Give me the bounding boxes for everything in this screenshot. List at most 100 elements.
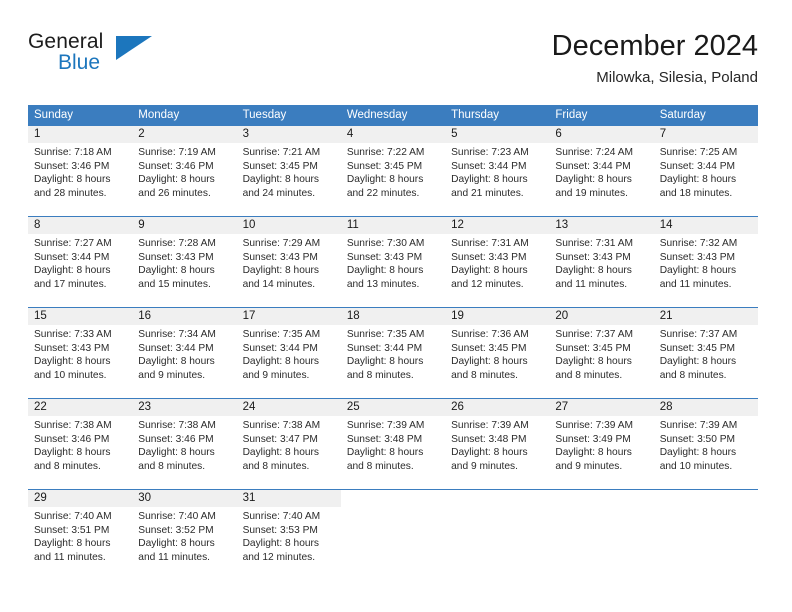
daylight-text-line2: and 18 minutes.: [659, 187, 733, 199]
sunset-text: Sunset: 3:48 PM: [451, 433, 527, 445]
location-subtitle: Milowka, Silesia, Poland: [596, 69, 758, 86]
sunset-text: Sunset: 3:44 PM: [138, 342, 214, 354]
sunset-text: Sunset: 3:52 PM: [138, 524, 214, 536]
day-cell[interactable]: 17 Sunrise: 7:35 AM Sunset: 3:44 PM Dayligh…: [236, 308, 341, 391]
week-row: 15 Sunrise: 7:33 AM Sunset: 3:43 PM Dayligh…: [28, 307, 758, 391]
page-header: General Blue December 2024 Milowka, Sile…: [28, 28, 758, 92]
sunrise-text: Sunrise: 7:39 AM: [659, 420, 738, 431]
sunset-text: Sunset: 3:43 PM: [242, 251, 318, 263]
day-cell[interactable]: 11 Sunrise: 7:30 AM Sunset: 3:43 PM Dayligh…: [340, 217, 446, 300]
sunrise-text: Sunrise: 7:40 AM: [242, 511, 321, 522]
day-number: 3: [236, 126, 341, 143]
day-cell[interactable]: 3 Sunrise: 7:21 AM Sunset: 3:45 PM Daylight…: [236, 126, 341, 209]
day-cell[interactable]: 26 Sunrise: 7:39 AM Sunset: 3:48 PM Dayligh…: [445, 399, 550, 482]
day-number: 28: [653, 399, 758, 416]
daylight-text-line1: Daylight: 8 hours: [242, 265, 320, 277]
day-info: Sunrise: 7:22 AM Sunset: 3:45 PM Daylight:…: [341, 143, 445, 200]
day-cell[interactable]: 14 Sunrise: 7:32 AM Sunset: 3:43 PM Dayligh…: [653, 217, 758, 300]
day-cell[interactable]: 1 Sunrise: 7:18 AM Sunset: 3:46 PM Daylight…: [28, 126, 133, 209]
daylight-text-line1: Daylight: 8 hours: [659, 356, 737, 368]
day-cell[interactable]: 9 Sunrise: 7:28 AM Sunset: 3:43 PM Daylight…: [132, 217, 237, 300]
day-info: Sunrise: 7:21 AM Sunset: 3:45 PM Daylight:…: [237, 143, 341, 200]
daylight-text-line2: and 14 minutes.: [242, 278, 316, 290]
daylight-text-line1: Daylight: 8 hours: [34, 538, 111, 550]
day-cell[interactable]: 23 Sunrise: 7:38 AM Sunset: 3:46 PM Dayligh…: [132, 399, 237, 482]
day-number: 18: [340, 308, 446, 325]
day-info: Sunrise: 7:38 AM Sunset: 3:46 PM Daylight:…: [28, 416, 132, 473]
sunset-text: Sunset: 3:50 PM: [659, 433, 736, 445]
daylight-text-line1: Daylight: 8 hours: [34, 174, 111, 186]
day-cell-empty: [549, 490, 654, 573]
daylight-text-line2: and 11 minutes.: [659, 278, 732, 290]
sunrise-text: Sunrise: 7:19 AM: [138, 147, 216, 158]
sunset-text: Sunset: 3:44 PM: [346, 342, 423, 354]
day-cell[interactable]: 16 Sunrise: 7:34 AM Sunset: 3:44 PM Dayligh…: [132, 308, 237, 391]
day-cell[interactable]: 22 Sunrise: 7:38 AM Sunset: 3:46 PM Dayligh…: [28, 399, 133, 482]
day-number: 9: [132, 217, 237, 234]
day-number: [340, 490, 446, 507]
day-cell[interactable]: 8 Sunrise: 7:27 AM Sunset: 3:44 PM Daylight…: [28, 217, 133, 300]
day-info: Sunrise: 7:35 AM Sunset: 3:44 PM Daylight:…: [237, 325, 341, 382]
weekday-header-row: Sunday Monday Tuesday Wednesday Thursday…: [28, 105, 758, 126]
sunset-text: Sunset: 3:47 PM: [242, 433, 318, 445]
day-cell[interactable]: 19 Sunrise: 7:36 AM Sunset: 3:45 PM Dayligh…: [445, 308, 550, 391]
day-cell[interactable]: 13 Sunrise: 7:31 AM Sunset: 3:43 PM Dayligh…: [549, 217, 654, 300]
day-cell[interactable]: 2 Sunrise: 7:19 AM Sunset: 3:46 PM Daylight…: [132, 126, 237, 209]
day-info: Sunrise: 7:32 AM Sunset: 3:43 PM Daylight:…: [654, 234, 758, 291]
sunrise-text: Sunrise: 7:27 AM: [34, 238, 112, 249]
daylight-text-line2: and 21 minutes.: [451, 187, 524, 199]
day-info: Sunrise: 7:39 AM Sunset: 3:48 PM Daylight:…: [341, 416, 445, 473]
sunset-text: Sunset: 3:43 PM: [659, 251, 736, 263]
day-cell[interactable]: 18 Sunrise: 7:35 AM Sunset: 3:44 PM Dayligh…: [340, 308, 446, 391]
sunrise-text: Sunrise: 7:32 AM: [659, 238, 738, 249]
daylight-text-line1: Daylight: 8 hours: [138, 447, 215, 459]
daylight-text-line1: Daylight: 8 hours: [34, 265, 111, 277]
daylight-text-line1: Daylight: 8 hours: [659, 447, 737, 459]
day-number: 8: [28, 217, 133, 234]
sunrise-text: Sunrise: 7:24 AM: [555, 147, 633, 158]
triangle-icon: [116, 36, 152, 60]
day-info: Sunrise: 7:30 AM Sunset: 3:43 PM Daylight:…: [341, 234, 445, 291]
page-title: December 2024: [551, 30, 758, 62]
day-cell[interactable]: 28 Sunrise: 7:39 AM Sunset: 3:50 PM Dayligh…: [653, 399, 758, 482]
sunrise-text: Sunrise: 7:40 AM: [34, 511, 112, 522]
day-cell[interactable]: 7 Sunrise: 7:25 AM Sunset: 3:44 PM Daylight…: [653, 126, 758, 209]
day-cell[interactable]: 4 Sunrise: 7:22 AM Sunset: 3:45 PM Daylight…: [340, 126, 446, 209]
day-cell[interactable]: 25 Sunrise: 7:39 AM Sunset: 3:48 PM Dayligh…: [340, 399, 446, 482]
calendar-page: General Blue December 2024 Milowka, Sile…: [0, 0, 792, 612]
daylight-text-line2: and 8 minutes.: [346, 369, 414, 381]
daylight-text-line2: and 12 minutes.: [242, 551, 316, 563]
sunset-text: Sunset: 3:43 PM: [34, 342, 110, 354]
daylight-text-line2: and 15 minutes.: [138, 278, 211, 290]
day-cell[interactable]: 21 Sunrise: 7:37 AM Sunset: 3:45 PM Dayligh…: [653, 308, 758, 391]
daylight-text-line2: and 28 minutes.: [34, 187, 107, 199]
day-cell[interactable]: 29 Sunrise: 7:40 AM Sunset: 3:51 PM Dayligh…: [28, 490, 133, 573]
sunset-text: Sunset: 3:44 PM: [451, 160, 527, 172]
day-cell[interactable]: 24 Sunrise: 7:38 AM Sunset: 3:47 PM Dayligh…: [236, 399, 341, 482]
daylight-text-line1: Daylight: 8 hours: [242, 356, 320, 368]
daylight-text-line1: Daylight: 8 hours: [138, 538, 215, 550]
day-cell[interactable]: 5 Sunrise: 7:23 AM Sunset: 3:44 PM Daylight…: [445, 126, 550, 209]
day-cell[interactable]: 15 Sunrise: 7:33 AM Sunset: 3:43 PM Dayligh…: [28, 308, 133, 391]
daylight-text-line1: Daylight: 8 hours: [242, 447, 320, 459]
daylight-text-line2: and 9 minutes.: [138, 369, 206, 381]
day-cell[interactable]: 6 Sunrise: 7:24 AM Sunset: 3:44 PM Daylight…: [549, 126, 654, 209]
day-info: Sunrise: 7:37 AM Sunset: 3:45 PM Daylight:…: [549, 325, 653, 382]
day-info: Sunrise: 7:25 AM Sunset: 3:44 PM Daylight:…: [654, 143, 758, 200]
day-cell[interactable]: 10 Sunrise: 7:29 AM Sunset: 3:43 PM Dayligh…: [236, 217, 341, 300]
general-blue-logo[interactable]: General Blue: [28, 30, 158, 84]
day-number: 6: [549, 126, 654, 143]
sunset-text: Sunset: 3:43 PM: [555, 251, 631, 263]
day-cell[interactable]: 20 Sunrise: 7:37 AM Sunset: 3:45 PM Dayligh…: [549, 308, 654, 391]
title-block: December 2024 Milowka, Silesia, Poland: [552, 28, 758, 89]
day-number: 16: [132, 308, 237, 325]
day-cell[interactable]: 27 Sunrise: 7:39 AM Sunset: 3:49 PM Dayligh…: [549, 399, 654, 482]
daylight-text-line2: and 8 minutes.: [346, 460, 414, 472]
day-cell[interactable]: 30 Sunrise: 7:40 AM Sunset: 3:52 PM Dayligh…: [132, 490, 237, 573]
day-info: Sunrise: 7:39 AM Sunset: 3:49 PM Daylight:…: [549, 416, 653, 473]
sunset-text: Sunset: 3:44 PM: [242, 342, 318, 354]
day-cell[interactable]: 31 Sunrise: 7:40 AM Sunset: 3:53 PM Dayligh…: [236, 490, 341, 573]
daylight-text-line2: and 12 minutes.: [451, 278, 524, 290]
day-cell[interactable]: 12 Sunrise: 7:31 AM Sunset: 3:43 PM Dayligh…: [445, 217, 550, 300]
sunset-text: Sunset: 3:46 PM: [34, 433, 110, 445]
